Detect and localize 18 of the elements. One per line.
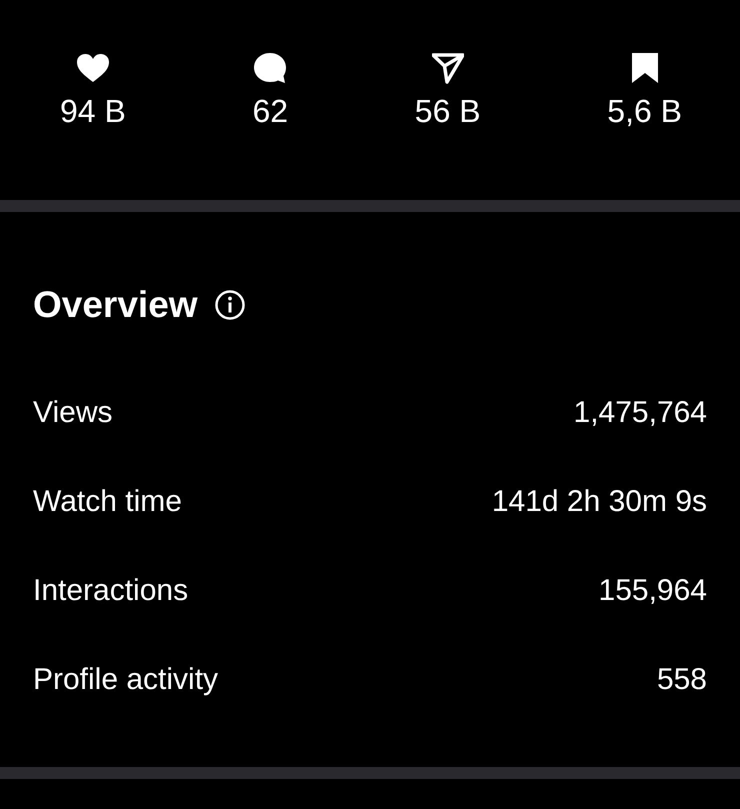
- info-icon[interactable]: [214, 289, 246, 321]
- metric-value: 1,475,764: [574, 396, 707, 430]
- metric-value: 558: [656, 662, 707, 696]
- speech-bubble-icon: [253, 52, 288, 84]
- metric-label: Views: [33, 396, 112, 430]
- metric-value: 155,964: [598, 574, 707, 608]
- paper-plane-icon: [432, 52, 464, 84]
- metric-value: 141d 2h 30m 9s: [492, 484, 707, 518]
- section-title: Overview: [33, 284, 198, 326]
- stat-count: 5,6 B: [607, 92, 682, 130]
- heart-icon: [76, 52, 110, 84]
- metric-label: Interactions: [33, 574, 188, 608]
- stat-count: 94 B: [60, 92, 126, 130]
- stat-count: 62: [252, 92, 288, 130]
- stat-count: 56 B: [414, 92, 481, 130]
- bookmark-icon: [630, 52, 659, 84]
- metric-label: Watch time: [33, 484, 182, 518]
- metric-label: Profile activity: [33, 662, 218, 696]
